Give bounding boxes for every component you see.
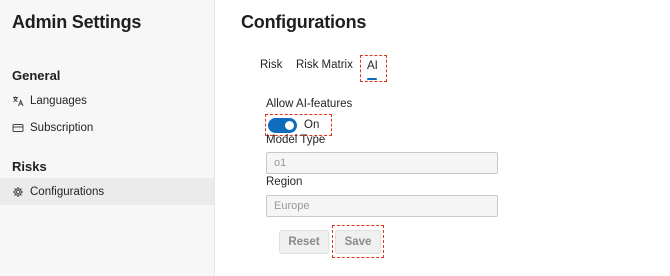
sidebar-item-label: Subscription <box>30 121 94 134</box>
tab-risk[interactable]: Risk <box>260 55 282 77</box>
credit-card-icon <box>12 122 24 134</box>
sidebar-item-configurations[interactable]: Configurations <box>0 178 214 205</box>
active-tab-indicator <box>367 78 377 80</box>
page-title: Configurations <box>241 12 367 32</box>
sidebar: Admin Settings General Languages Subscri… <box>0 0 215 276</box>
allow-ai-features-label: Allow AI-features <box>266 98 353 110</box>
sidebar-title: Admin Settings <box>12 12 142 32</box>
section-header-risks: Risks <box>12 159 47 174</box>
toggle-switch[interactable] <box>268 117 297 133</box>
tab-risk-matrix[interactable]: Risk Matrix <box>296 55 353 77</box>
toggle-state-label: On <box>304 119 320 131</box>
region-label: Region <box>266 176 303 188</box>
translate-icon <box>12 95 24 107</box>
tab-ai[interactable]: AI <box>360 55 387 82</box>
save-button[interactable]: Save <box>335 230 381 254</box>
sidebar-item-languages[interactable]: Languages <box>0 87 214 114</box>
sidebar-item-label: Languages <box>30 94 87 107</box>
reset-button[interactable]: Reset <box>279 230 329 254</box>
tab-ai-label: AI <box>367 60 378 72</box>
section-header-general: General <box>12 68 61 83</box>
model-type-label: Model Type <box>266 134 326 146</box>
model-type-field[interactable]: o1 <box>266 152 498 174</box>
toggle-knob <box>285 120 294 130</box>
allow-ai-features-toggle[interactable]: On <box>265 114 332 136</box>
region-field[interactable]: Europe <box>266 195 498 217</box>
gear-icon <box>12 186 24 198</box>
sidebar-item-subscription[interactable]: Subscription <box>0 114 214 141</box>
sidebar-item-label: Configurations <box>30 185 105 198</box>
